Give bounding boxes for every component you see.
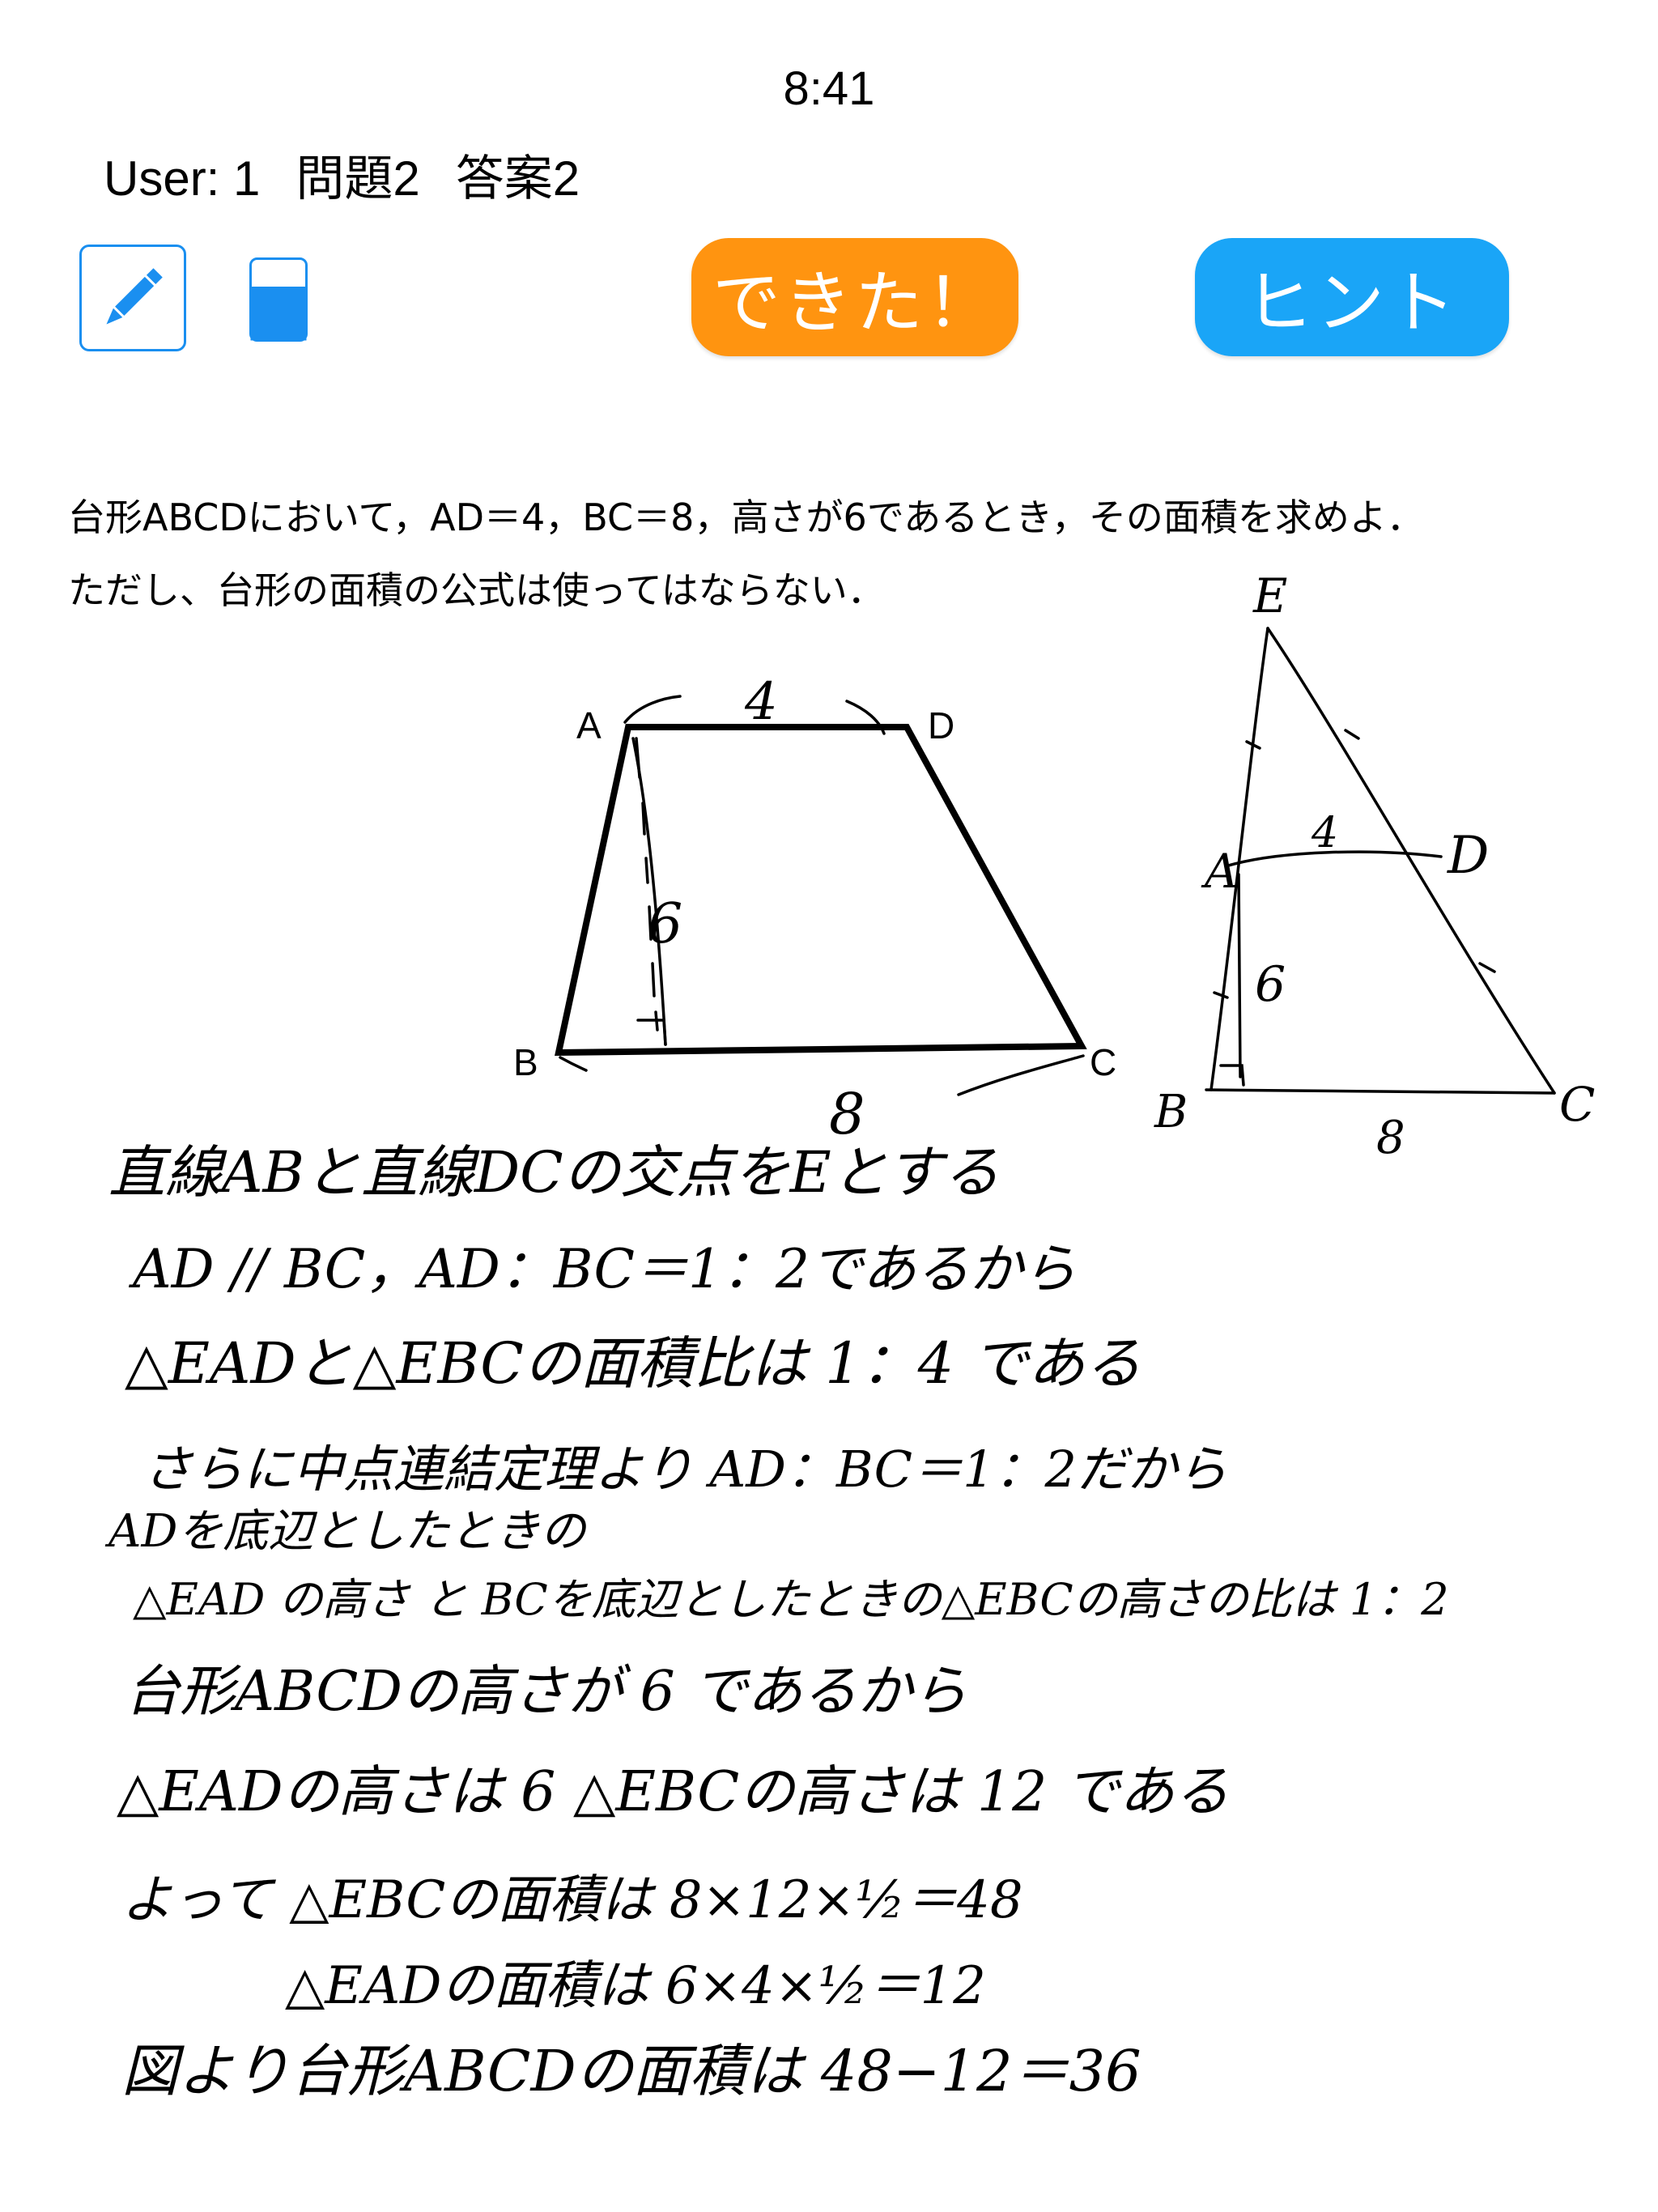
hand-label-8-bottom: 8 xyxy=(829,1081,865,1147)
hand-fig2-e: E xyxy=(1252,568,1287,623)
handwritten-triangle-figure xyxy=(1205,627,1556,1095)
solution-line: △EADの高さは 6 △EBCの高さは 12 である xyxy=(117,1760,1229,1824)
hand-fig2-c: C xyxy=(1559,1077,1595,1132)
trapezoid-abcd xyxy=(555,724,1087,1057)
solution-line: 台形ABCDの高さが 6 であるから xyxy=(125,1660,967,1724)
handwritten-figure-marks xyxy=(559,695,1085,1096)
vertex-a-label: A xyxy=(576,704,602,747)
drawing-canvas[interactable]: A D B C 4 6 8 E A D 4 6 B C 8 直線ABと直線DCの… xyxy=(0,0,1658,2212)
solution-line: AD // BC，AD：BC＝1：2であるから xyxy=(128,1238,1076,1300)
hand-fig2-6: 6 xyxy=(1255,956,1286,1013)
solution-line: △EAD の高さ と BCを底辺としたときの△EBCの高さの比は 1：2 xyxy=(133,1574,1449,1625)
hand-fig2-8: 8 xyxy=(1376,1112,1405,1164)
hand-fig2-b: B xyxy=(1154,1086,1188,1138)
solution-line: 図より台形ABCDの面積は 48−12＝36 xyxy=(121,2038,1141,2104)
hand-fig2-4: 4 xyxy=(1311,809,1338,857)
solution-line: さらに中点連結定理より AD：BC＝1：2だから xyxy=(142,1440,1227,1499)
solution-line: ADを底辺としたときの xyxy=(104,1505,588,1558)
hand-label-6: 6 xyxy=(648,892,682,956)
solution-line: △EADの面積は 6×4×½＝12 xyxy=(285,1956,986,2016)
hand-label-4-top: 4 xyxy=(744,672,778,732)
hand-fig2-d: D xyxy=(1447,826,1489,886)
app-screen: 8:41 User: 1 問題2 答案2 できた！ ヒント 台形ABCDにおいて，A… xyxy=(0,0,1658,2212)
solution-line: △EADと△EBCの面積比は 1：4 である xyxy=(125,1330,1141,1397)
vertex-d-label: D xyxy=(928,704,954,747)
hand-fig2-a: A xyxy=(1201,844,1239,899)
handwritten-solution: 直線ABと直線DCの交点をEとする AD // BC，AD：BC＝1：2であるか… xyxy=(104,1139,1449,2104)
solution-line: よって △EBCの面積は 8×12×½＝48 xyxy=(121,1870,1023,1930)
vertex-c-label: C xyxy=(1090,1041,1116,1083)
vertex-b-label: B xyxy=(513,1041,538,1083)
solution-line: 直線ABと直線DCの交点をEとする xyxy=(108,1139,1000,1206)
